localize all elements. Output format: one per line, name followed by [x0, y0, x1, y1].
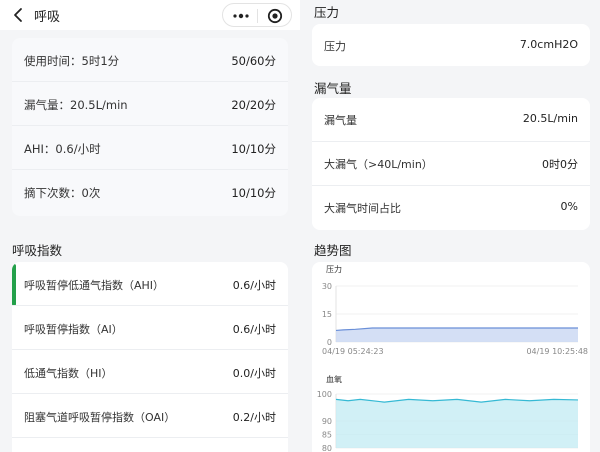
page-title: 呼吸: [34, 10, 61, 25]
capsule-divider: [257, 9, 258, 23]
score-value: 10/10分: [231, 186, 276, 200]
y-tick-label: 30: [322, 282, 332, 291]
more-icon[interactable]: [232, 9, 250, 23]
y-tick-label: 15: [322, 310, 332, 319]
close-target-icon[interactable]: [267, 8, 283, 24]
leak-card: 漏气量 20.5L/min 大漏气（>40L/min） 0时0分 大漏气时间占比…: [312, 98, 590, 230]
nav-bar: 呼吸: [0, 0, 300, 30]
big-leak-value: 0时0分: [542, 158, 578, 171]
index-label: 呼吸暂停低通气指数（AHI）: [24, 279, 165, 292]
index-row-hi[interactable]: 低通气指数（HI） 0.0/小时: [12, 350, 288, 394]
big-leak-row: 大漏气（>40L/min） 0时0分: [312, 142, 590, 186]
series-area: [336, 399, 578, 448]
back-arrow-icon[interactable]: [10, 6, 26, 24]
score-label: 使用时间：5时1分: [24, 54, 120, 68]
index-value: 0.2/小时: [232, 411, 276, 424]
pressure-section-title: 压力: [314, 5, 340, 20]
score-row-leak: 漏气量：20.5L/min 20/20分: [12, 82, 288, 126]
left-panel: 呼吸 使用时间：5时1分 50/60分 漏气量：20.5L/min 20/20分…: [0, 0, 300, 452]
series-area: [336, 328, 578, 342]
index-label: 低通气指数（HI）: [24, 367, 113, 380]
score-value: 20/20分: [231, 98, 276, 112]
y-tick-label: 80: [322, 444, 332, 452]
leak-row: 漏气量 20.5L/min: [312, 98, 590, 142]
y-tick-label: 100: [317, 390, 332, 399]
y-tick-label: 90: [322, 417, 332, 426]
x-start-label: 04/19 05:24:23: [322, 347, 384, 356]
score-label: 摘下次数：0次: [24, 186, 101, 200]
leak-section-title: 漏气量: [314, 81, 352, 96]
score-row-ahi: AHI：0.6/小时 10/10分: [12, 126, 288, 170]
score-row-usage: 使用时间：5时1分 50/60分: [12, 38, 288, 82]
chart-title: 压力: [326, 264, 342, 274]
score-label: 漏气量：20.5L/min: [24, 98, 128, 112]
trend-chart-card: 压力 30 15 0 04/19 05:24:23 04/19 10:25:48 血氧 100…: [312, 262, 590, 452]
mini-program-capsule: [222, 3, 292, 27]
score-value: 50/60分: [231, 54, 276, 68]
right-panel: 压力 压力 7.0cmH2O 漏气量 漏气量 20.5L/min 大漏气（>40…: [300, 0, 600, 452]
index-label: 阻塞气道呼吸暂停指数（OAI）: [24, 411, 176, 424]
x-end-label: 04/19 10:25:48: [526, 347, 588, 356]
pressure-value: 7.0cmH2O: [519, 38, 578, 51]
index-row-ai[interactable]: 呼吸暂停指数（AI） 0.6/小时: [12, 306, 288, 350]
score-card: 使用时间：5时1分 50/60分 漏气量：20.5L/min 20/20分 AH…: [12, 38, 288, 216]
big-leak-ratio-row: 大漏气时间占比 0%: [312, 186, 590, 230]
index-row-ahi[interactable]: 呼吸暂停低通气指数（AHI） 0.6/小时: [12, 262, 288, 306]
index-value: 0.0/小时: [232, 367, 276, 380]
y-tick-label: 85: [322, 431, 332, 440]
pressure-label: 压力: [324, 40, 346, 53]
score-value: 10/10分: [231, 142, 276, 156]
big-leak-ratio-value: 0%: [560, 200, 578, 213]
big-leak-label: 大漏气（>40L/min）: [324, 158, 433, 171]
chart-title: 血氧: [326, 374, 342, 384]
index-label: 呼吸暂停指数（AI）: [24, 323, 123, 336]
pressure-row: 压力 7.0cmH2O: [312, 24, 590, 66]
index-row-oai[interactable]: 阻塞气道呼吸暂停指数（OAI） 0.2/小时: [12, 394, 288, 438]
pressure-card: 压力 7.0cmH2O: [312, 24, 590, 66]
breath-index-card: 呼吸暂停低通气指数（AHI） 0.6/小时 呼吸暂停指数（AI） 0.6/小时 …: [12, 262, 288, 452]
score-label: AHI：0.6/小时: [24, 142, 101, 156]
index-value: 0.6/小时: [232, 323, 276, 336]
big-leak-ratio-label: 大漏气时间占比: [324, 202, 401, 215]
trend-chart: 压力 30 15 004/19 05:24:23 04/19 10:25:48 血氧 100…: [317, 264, 588, 452]
score-row-removal: 摘下次数：0次 10/10分: [12, 170, 288, 214]
leak-value: 20.5L/min: [522, 112, 578, 125]
y-tick-label: 0: [327, 338, 332, 347]
breath-index-title: 呼吸指数: [12, 243, 63, 258]
index-value: 0.6/小时: [232, 279, 276, 292]
leak-label: 漏气量: [324, 114, 357, 127]
trend-section-title: 趋势图: [314, 243, 352, 258]
